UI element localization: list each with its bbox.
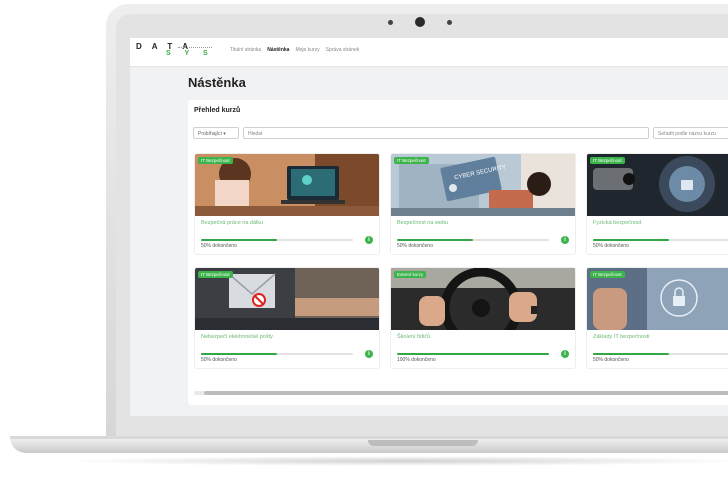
horizontal-scrollbar[interactable] xyxy=(194,391,728,395)
search-input[interactable]: Hledat xyxy=(243,127,649,139)
sort-value: Seřadit podle názvu kurzu xyxy=(658,131,716,137)
nav-link-dashboard[interactable]: Nástěnka xyxy=(267,47,289,53)
progress-fill xyxy=(397,239,473,241)
course-title[interactable]: Nebezpečí elektronické pošty xyxy=(201,334,273,340)
course-card[interactable]: IT Bezpečnost Bezpečná práce na dálku 50… xyxy=(194,153,380,255)
progress-text: 50% dokončeno xyxy=(201,357,237,363)
panel-title: Přehled kurzů xyxy=(194,107,241,114)
main-nav: Titulní stránka Nástěnka Moje kurzy Sprá… xyxy=(230,47,359,53)
course-card[interactable]: IT Bezpečnost Základy IT bezpečnosti 50%… xyxy=(586,267,728,369)
info-icon[interactable]: i xyxy=(561,236,569,244)
sensor-dot xyxy=(447,19,452,25)
sort-dropdown[interactable]: Seřadit podle názvu kurzu xyxy=(653,127,728,139)
course-card[interactable]: Externí kurzy Školení řidičů 100% dokonč… xyxy=(390,267,576,369)
course-title[interactable]: Základy IT bezpečnosti xyxy=(593,334,649,340)
chevron-down-icon: ▾ xyxy=(223,131,226,137)
progress-bar xyxy=(397,353,549,355)
progress-text: 50% dokončeno xyxy=(397,243,433,249)
category-badge: IT Bezpečnost xyxy=(590,271,625,278)
progress-bar xyxy=(593,239,728,241)
course-card[interactable]: CYBER SECURITY IT Bezpečnost Bezpečnost … xyxy=(390,153,576,255)
info-icon[interactable]: i xyxy=(365,236,373,244)
progress-fill xyxy=(397,353,549,355)
course-title[interactable]: Fyzická bezpečnost xyxy=(593,220,641,226)
progress-fill xyxy=(593,353,669,355)
laptop-notch xyxy=(368,440,478,446)
logo-text-bottom: S Y S xyxy=(166,50,214,57)
progress-text: 100% dokončeno xyxy=(397,357,436,363)
webcam-area xyxy=(388,17,452,27)
progress-text: 50% dokončeno xyxy=(201,243,237,249)
progress-text: 50% dokončeno xyxy=(593,357,629,363)
info-icon[interactable]: i xyxy=(365,350,373,358)
top-navbar: D A T A S Y S Titulní stránka Nástěnka M… xyxy=(130,38,728,67)
logo-divider xyxy=(178,47,212,49)
webcam-icon xyxy=(415,17,425,27)
nav-link-site-admin[interactable]: Správa stránek xyxy=(326,47,360,53)
filter-value: Probíhající xyxy=(198,131,222,137)
nav-link-my-courses[interactable]: Moje kurzy xyxy=(295,47,319,53)
datasys-logo[interactable]: D A T A S Y S xyxy=(136,42,214,57)
category-badge: IT Bezpečnost xyxy=(198,271,233,278)
progress-bar xyxy=(397,239,549,241)
progress-fill xyxy=(201,239,277,241)
progress-fill xyxy=(201,353,277,355)
course-card[interactable]: IT Bezpečnost Fyzická bezpečnost 50% dok… xyxy=(586,153,728,255)
progress-bar xyxy=(201,353,353,355)
course-title[interactable]: Bezpečná práce na dálku xyxy=(201,220,263,226)
course-overview-panel: Přehled kurzů Probíhající ▾ Hledat Seřad… xyxy=(188,100,728,405)
page-title: Nástěnka xyxy=(188,75,246,90)
info-icon[interactable]: i xyxy=(561,350,569,358)
progress-fill xyxy=(593,239,669,241)
laptop-hinge xyxy=(10,436,728,439)
nav-link-home[interactable]: Titulní stránka xyxy=(230,47,261,53)
progress-text: 50% dokončeno xyxy=(593,243,629,249)
sensor-dot xyxy=(388,19,393,25)
filter-dropdown[interactable]: Probíhající ▾ xyxy=(193,127,239,139)
category-badge: Externí kurzy xyxy=(394,271,427,278)
scrollbar-thumb[interactable] xyxy=(204,391,728,395)
category-badge: IT Bezpečnost xyxy=(394,157,429,164)
category-badge: IT Bezpečnost xyxy=(590,157,625,164)
category-badge: IT Bezpečnost xyxy=(198,157,233,164)
progress-bar xyxy=(201,239,353,241)
course-title[interactable]: Bezpečnost na webu xyxy=(397,220,448,226)
screen: D A T A S Y S Titulní stránka Nástěnka M… xyxy=(130,38,728,416)
course-card[interactable]: IT Bezpečnost Nebezpečí elektronické poš… xyxy=(194,267,380,369)
laptop-shadow xyxy=(60,456,728,466)
course-title[interactable]: Školení řidičů xyxy=(397,334,430,340)
search-placeholder: Hledat xyxy=(248,131,263,137)
progress-bar xyxy=(593,353,728,355)
